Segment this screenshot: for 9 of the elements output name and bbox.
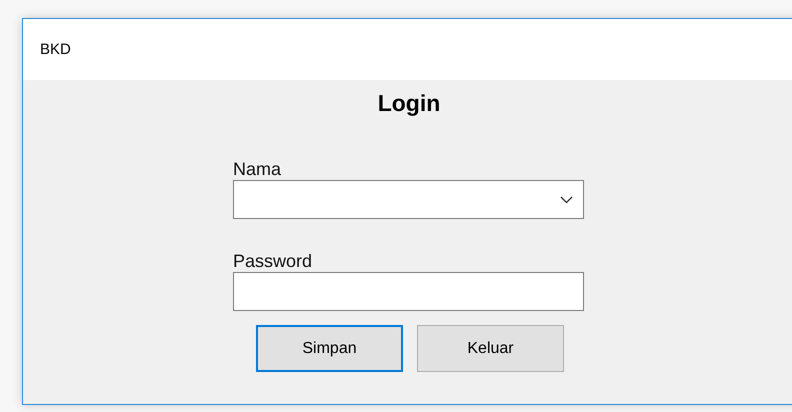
exit-button[interactable]: Keluar <box>417 325 564 372</box>
save-button[interactable]: Simpan <box>256 325 403 372</box>
name-dropdown[interactable] <box>233 180 584 219</box>
field-label: Nama <box>233 159 282 180</box>
field-label: Password <box>233 251 312 272</box>
password-field[interactable] <box>233 272 584 311</box>
window-title: BKD <box>40 41 71 58</box>
chevron-down-icon <box>560 196 573 204</box>
login-heading: Login <box>376 90 442 117</box>
